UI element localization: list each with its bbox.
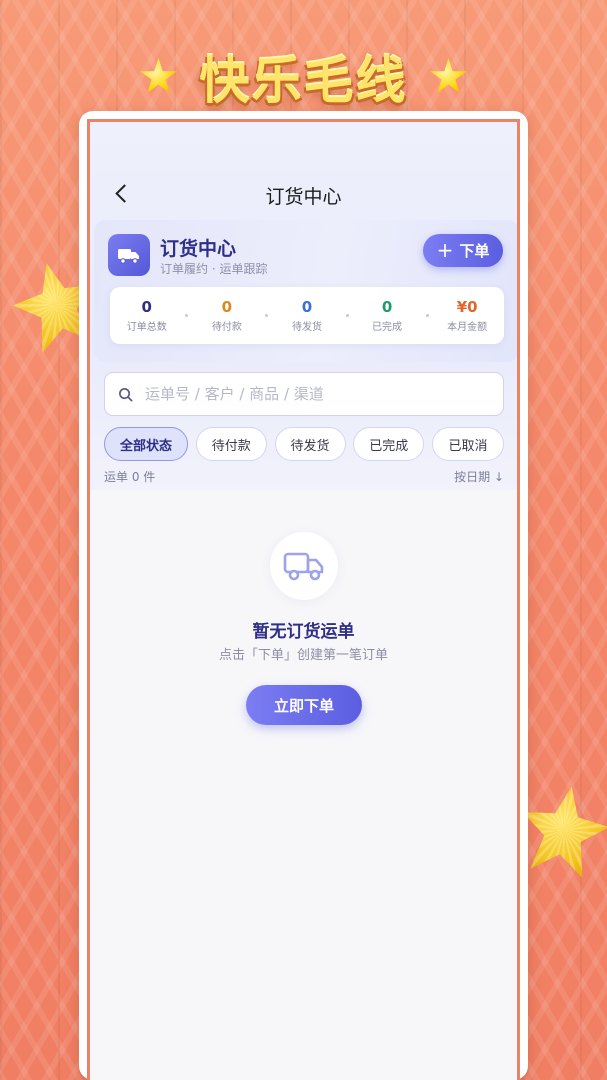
banner: 快乐毛线 [0, 40, 607, 114]
header-card: 订货中心 订单履约 · 运单跟踪 + 下单 0 订单总数 0 待付款 0 待发货… [94, 220, 517, 362]
stat-completed[interactable]: 0 已完成 [352, 298, 422, 333]
stat-value: 0 [381, 298, 393, 316]
star-icon [430, 58, 467, 93]
truck-icon [108, 234, 150, 276]
order-count: 运单 0 件 [104, 470, 156, 484]
stat-label: 订单总数 [126, 322, 167, 333]
order-now-button[interactable]: 立即下单 [246, 685, 362, 725]
place-order-label: 下单 [459, 242, 490, 260]
star-icon [140, 58, 177, 93]
app-screen: 订货中心 订货中心 订单履约 · 运单跟踪 + 下单 0 订单总数 0 待付款 … [87, 119, 520, 1080]
search-icon [105, 387, 145, 402]
stat-total-orders[interactable]: 0 订单总数 [112, 298, 182, 333]
stat-monthly-amount[interactable]: ¥0 本月金额 [432, 298, 502, 333]
status-filter-bar: 全部状态 待付款 待发货 已完成 已取消 [104, 427, 504, 461]
stat-value: 0 [141, 298, 152, 316]
stat-label: 待付款 [211, 322, 242, 333]
stat-label: 已完成 [372, 322, 403, 333]
stat-pending-payment[interactable]: 0 待付款 [192, 298, 262, 333]
empty-state-subtitle: 点击「下单」创建第一笔订单 [218, 648, 388, 663]
stats-panel: 0 订单总数 0 待付款 0 待发货 0 已完成 ¥0 本月金额 [110, 287, 504, 344]
separator-dot [265, 314, 269, 317]
plus-icon: + [436, 237, 454, 262]
filter-chip-pending-payment[interactable]: 待付款 [195, 427, 267, 461]
banner-title: 快乐毛线 [199, 52, 408, 110]
filter-chip-pending-shipment[interactable]: 待发货 [274, 427, 346, 461]
stat-value: 0 [221, 298, 233, 316]
empty-truck-icon [270, 532, 338, 600]
stat-value: ¥0 [456, 298, 478, 316]
list-meta-row: 运单 0 件 按日期 ↓ [104, 468, 504, 484]
separator-dot [185, 314, 189, 317]
place-order-button[interactable]: + 下单 [423, 234, 503, 267]
filter-chip-completed[interactable]: 已完成 [353, 427, 425, 461]
header-subtitle: 订单履约 · 运单跟踪 [160, 262, 268, 276]
nav-title: 订货中心 [265, 186, 342, 208]
stat-value: 0 [301, 298, 313, 316]
stat-pending-shipment[interactable]: 0 待发货 [272, 298, 342, 333]
navbar: 订货中心 [90, 172, 517, 216]
sort-by-date-toggle[interactable]: 按日期 ↓ [454, 468, 504, 484]
header-title: 订货中心 [160, 238, 237, 260]
separator-dot [425, 314, 429, 317]
empty-state-title: 暂无订货运单 [252, 622, 355, 642]
filter-chip-cancelled[interactable]: 已取消 [432, 427, 504, 461]
search-bar[interactable] [104, 372, 504, 416]
separator-dot [345, 314, 349, 317]
stat-label: 待发货 [291, 322, 322, 333]
search-input[interactable] [145, 385, 485, 403]
stat-label: 本月金额 [447, 322, 488, 333]
filter-chip-all[interactable]: 全部状态 [104, 427, 188, 461]
